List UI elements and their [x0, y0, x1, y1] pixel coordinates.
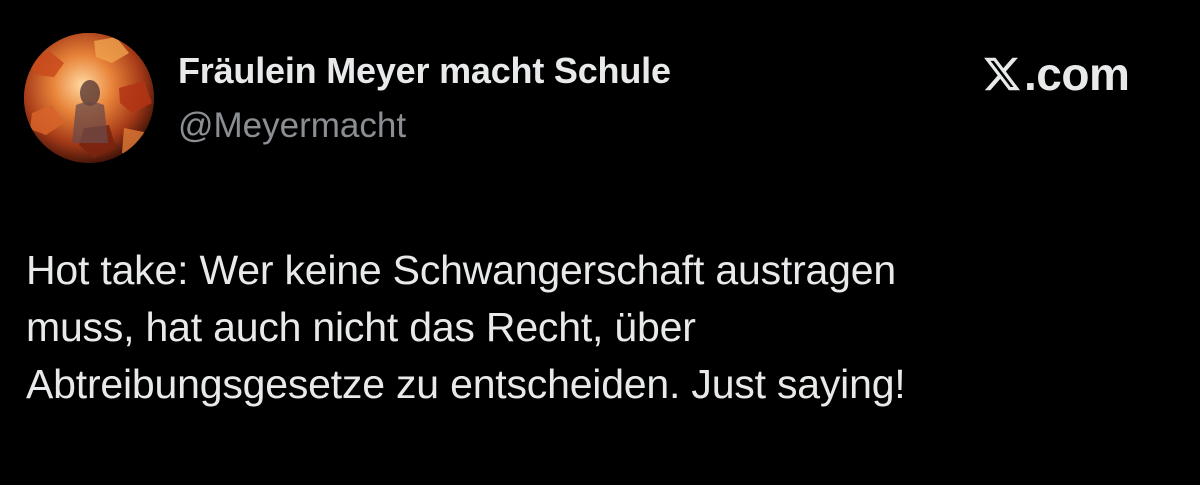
author-avatar[interactable] [24, 33, 154, 163]
tweet-text-line: Abtreibungsgesetze zu entscheiden. Just … [26, 361, 906, 407]
avatar-image [24, 33, 154, 163]
tweet-text-line: Hot take: Wer keine Schwangerschaft aust… [26, 247, 896, 293]
author-handle[interactable]: @Meyermacht [178, 106, 406, 146]
x-com-brand: .com [982, 48, 1130, 100]
x-logo-icon [982, 54, 1022, 94]
tweet-text: Hot take: Wer keine Schwangerschaft aust… [26, 242, 1146, 413]
tweet-text-line: muss, hat auch nicht das Recht, über [26, 304, 696, 350]
author-display-name[interactable]: Fräulein Meyer macht Schule [178, 50, 671, 92]
tweet-card: Fräulein Meyer macht Schule @Meyermacht … [0, 0, 1200, 485]
brand-domain-text: .com [1024, 48, 1130, 100]
